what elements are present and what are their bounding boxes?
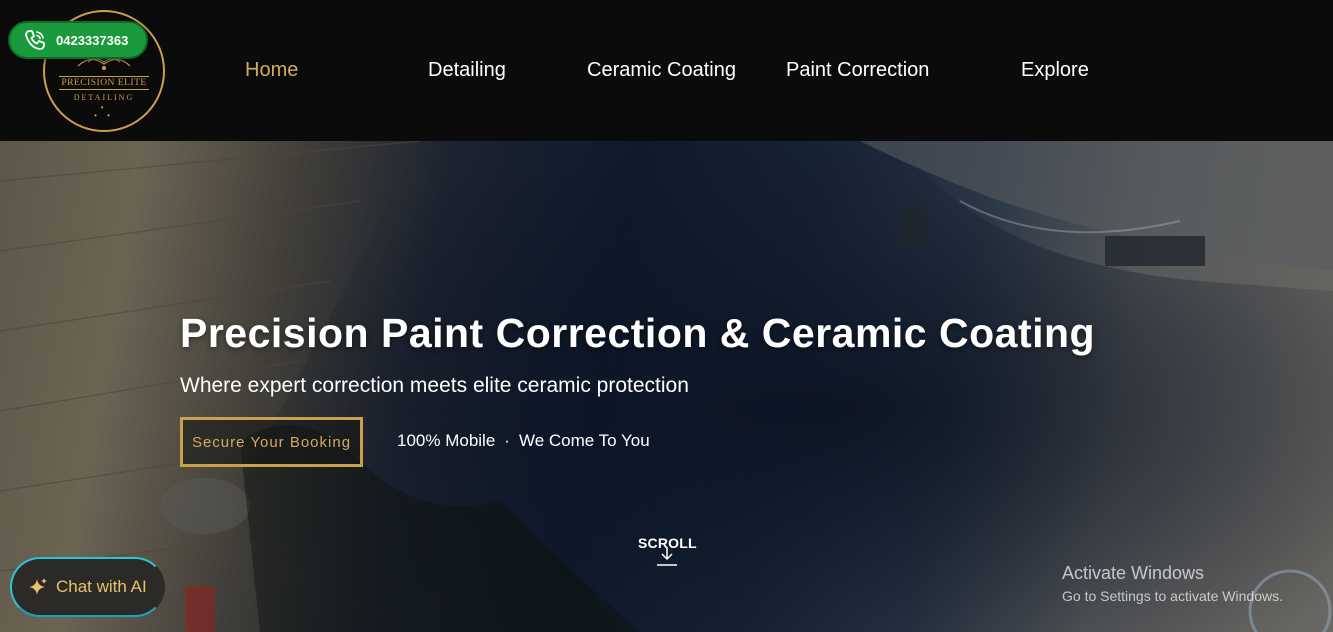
mobile-note-part1: 100% Mobile — [397, 431, 496, 450]
activate-subtitle: Go to Settings to activate Windows. — [1062, 588, 1283, 604]
call-phone-button[interactable]: 0423337363 — [8, 21, 148, 59]
activate-title: Activate Windows — [1062, 563, 1205, 583]
logo-dots-decoration: • • • — [94, 103, 114, 120]
mobile-note-separator: · — [504, 431, 510, 450]
windows-activation-watermark: Activate Windows Go to Settings to activ… — [1062, 563, 1283, 604]
chat-with-ai-button[interactable]: Chat with AI — [10, 557, 165, 617]
site-header: PRECISION ELITE DETAILING • • • 042333736… — [0, 0, 1333, 141]
hero-title: Precision Paint Correction & Ceramic Coa… — [180, 310, 1096, 356]
nav-item-explore[interactable]: Explore — [1021, 59, 1089, 82]
chat-label: Chat with AI — [56, 577, 147, 596]
mobile-note-part2: We Come To You — [518, 431, 650, 450]
mobile-service-note: 100% Mobile · We Come To You — [397, 431, 650, 451]
sparkle-icon — [28, 577, 48, 597]
hero-subtitle: Where expert correction meets elite cera… — [180, 374, 689, 397]
secure-booking-button[interactable]: Secure Your Booking — [180, 417, 363, 467]
phone-number: 0423337363 — [56, 32, 129, 48]
nav-item-detailing[interactable]: Detailing — [428, 59, 506, 82]
nav-item-home[interactable]: Home — [245, 59, 298, 82]
scroll-indicator[interactable]: SCROLL — [638, 535, 697, 567]
logo-brand-sub: DETAILING — [73, 93, 135, 102]
nav-item-ceramic-coating[interactable]: Ceramic Coating — [587, 59, 736, 82]
logo-brand-name: PRECISION ELITE — [59, 76, 149, 90]
hero-section: Precision Paint Correction & Ceramic Coa… — [0, 141, 1333, 632]
phone-icon — [20, 25, 50, 55]
nav-item-paint-correction[interactable]: Paint Correction — [786, 59, 929, 82]
